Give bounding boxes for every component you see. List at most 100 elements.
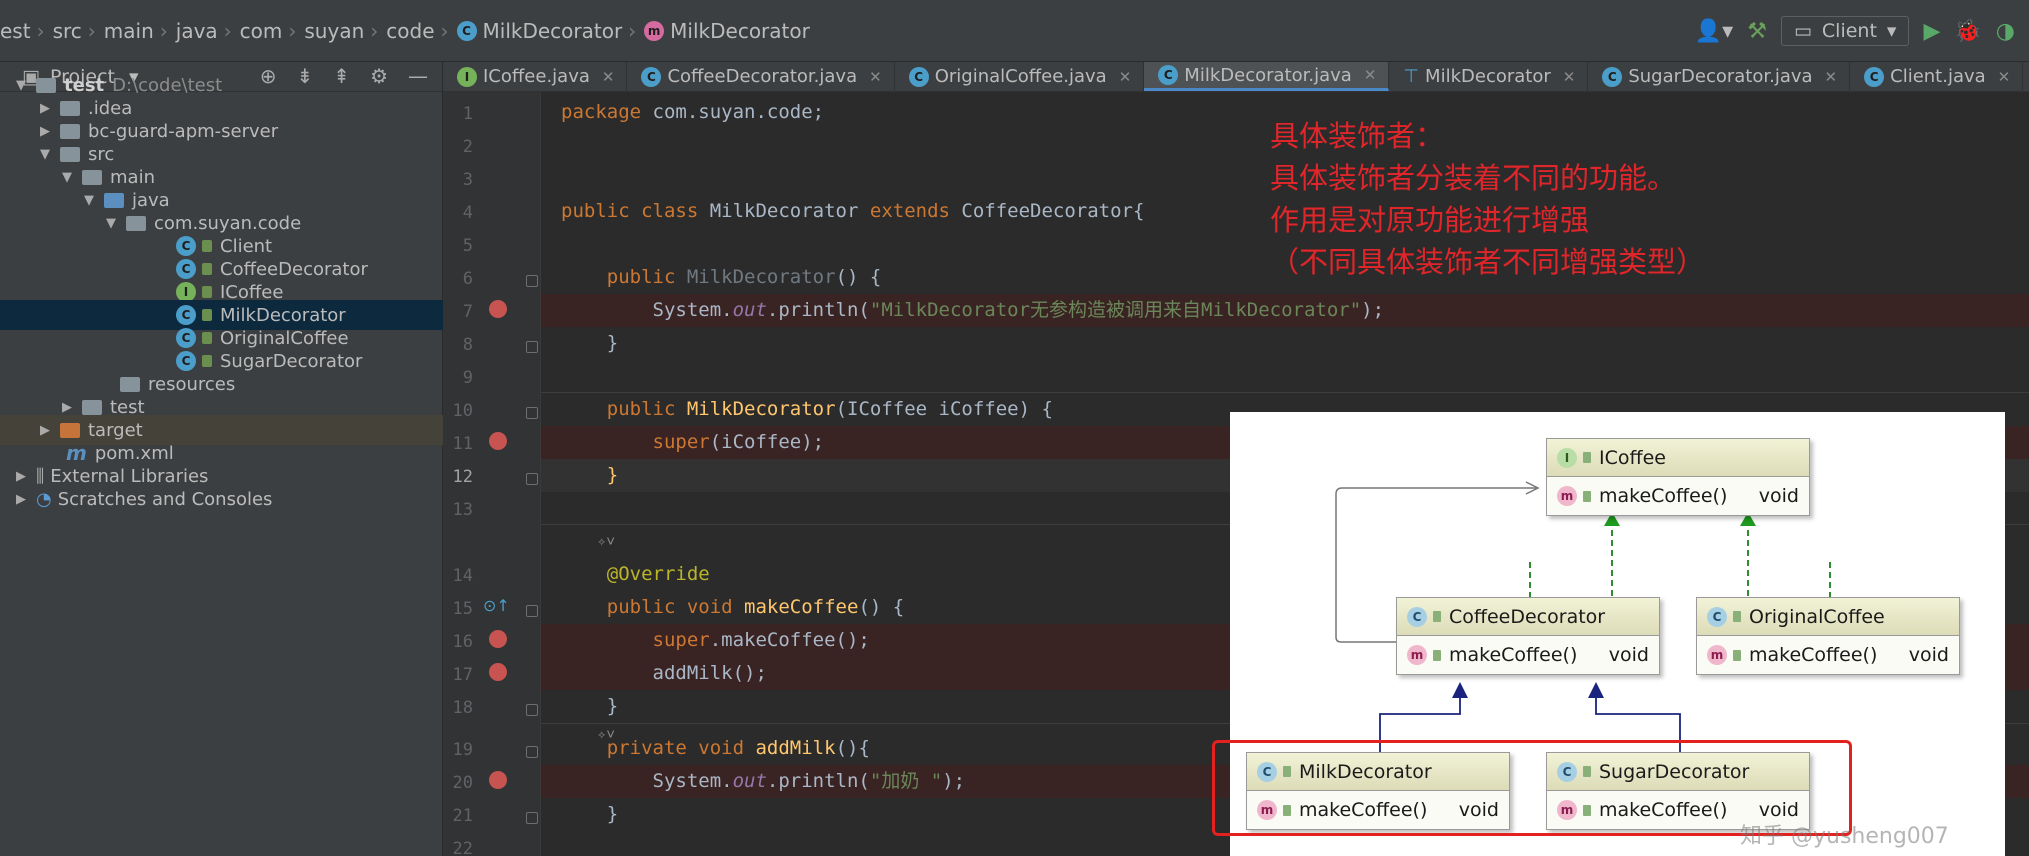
chevron-right-icon[interactable]: ▶ [12, 492, 30, 507]
close-icon[interactable]: ✕ [1119, 68, 1132, 86]
coverage-icon[interactable]: ◑ [1996, 19, 2015, 44]
line-number: 7 [462, 302, 473, 322]
close-icon[interactable]: ✕ [1998, 68, 2011, 86]
chevron-down-icon[interactable]: ▼ [12, 78, 30, 93]
uml-method: makeCoffee() [1449, 644, 1578, 666]
breakpoint-icon[interactable] [489, 630, 507, 648]
lock-icon [202, 263, 212, 275]
chevron-right-icon[interactable]: ▶ [58, 400, 76, 415]
class-icon: C [908, 66, 929, 87]
code-token: () { [858, 596, 905, 618]
debug-icon[interactable]: 🐞 [1954, 19, 1981, 44]
fold-icon[interactable] [526, 473, 538, 485]
chevron-right-icon: › [440, 18, 449, 43]
tab-client[interactable]: C Client.java ✕ [1850, 62, 2024, 91]
fold-icon[interactable] [526, 704, 538, 716]
close-icon[interactable]: ✕ [1825, 68, 1838, 86]
uml-class-name: ICoffee [1599, 446, 1666, 469]
chevron-right-icon: › [288, 18, 297, 43]
tab-coffee-decorator[interactable]: C CoffeeDecorator.java ✕ [627, 62, 895, 91]
override-icon[interactable]: ⊙↑ [483, 596, 510, 615]
code-token: MilkDecorator [675, 266, 836, 288]
tree-item-scratches[interactable]: ▶ ◔ Scratches and Consoles [0, 484, 443, 514]
chevron-down-icon[interactable]: ▼ [58, 170, 76, 185]
code-token: } [606, 695, 619, 717]
fold-icon[interactable] [526, 812, 538, 824]
chevron-down-icon[interactable]: ▼ [102, 216, 120, 231]
method-icon: m [644, 20, 665, 41]
fold-icon[interactable] [526, 341, 538, 353]
breadcrumb-item[interactable]: est › [0, 19, 53, 43]
chevron-right-icon[interactable]: ▶ [36, 101, 54, 116]
code-token: System. [652, 770, 733, 792]
chevron-down-icon[interactable]: ▼ [80, 193, 98, 208]
build-hammer-icon[interactable]: ⚒ [1747, 19, 1767, 44]
class-icon: C [176, 305, 196, 325]
tab-icoffee[interactable]: I ICoffee.java ✕ [443, 62, 628, 91]
uml-class-original-coffee[interactable]: C OriginalCoffee m makeCoffee() void [1696, 597, 1960, 675]
code-token: ); [942, 770, 966, 792]
breakpoint-icon[interactable] [489, 663, 507, 681]
fold-icon[interactable] [526, 746, 538, 758]
breadcrumb-member[interactable]: m MilkDecorator [644, 19, 810, 43]
class-icon: C [1864, 66, 1885, 87]
run-configuration-select[interactable]: ▭ Client ▾ [1780, 16, 1910, 46]
fold-icon[interactable] [526, 407, 538, 419]
breadcrumb-item[interactable]: java › [176, 19, 240, 43]
editor-gutter[interactable]: 1 2 3 4 5 6 7 8 9 10 11 12 13 14 15 16 1… [443, 92, 541, 856]
chevron-down-icon: ▾ [1886, 20, 1897, 42]
code-token: System. [652, 299, 733, 321]
line-number: 19 [452, 740, 473, 760]
chevron-right-icon[interactable]: ▶ [36, 423, 54, 438]
code-token: makeCoffee [732, 596, 859, 618]
breadcrumb-item[interactable]: com › [240, 19, 305, 43]
fold-icon[interactable] [526, 605, 538, 617]
run-config-icon: ▭ [1793, 20, 1812, 42]
user-icon[interactable]: 👤▾ [1695, 19, 1733, 44]
chevron-right-icon[interactable]: ▶ [12, 469, 30, 484]
breadcrumb-item[interactable]: suyan › [304, 19, 386, 43]
uml-class-coffee-decorator[interactable]: C CoffeeDecorator m makeCoffee() void [1396, 597, 1660, 675]
breakpoint-icon[interactable] [489, 432, 507, 450]
folder-icon [60, 123, 80, 139]
close-icon[interactable]: ✕ [1364, 66, 1377, 84]
class-icon: C [456, 20, 477, 41]
code-token: out [732, 299, 767, 321]
breakpoint-icon[interactable] [489, 771, 507, 789]
breadcrumb-item[interactable]: src › [53, 19, 104, 43]
uml-class-name: OriginalCoffee [1749, 605, 1885, 628]
fold-icon[interactable] [526, 275, 538, 287]
code-vision-icon[interactable]: ✧˅ [597, 532, 615, 550]
breadcrumb-label: est [0, 18, 31, 43]
tab-label: OriginalCoffee.java [934, 66, 1107, 87]
close-icon[interactable]: ✕ [1563, 68, 1576, 86]
tab-milk-decorator-diagram[interactable]: ⊤ MilkDecorator ✕ [1389, 62, 1589, 91]
line-number: 18 [452, 698, 473, 718]
close-icon[interactable]: ✕ [602, 68, 615, 86]
tab-label: ICoffee.java [483, 66, 590, 87]
tab-original-coffee[interactable]: C OriginalCoffee.java ✕ [895, 62, 1145, 91]
resources-folder-icon [120, 376, 140, 392]
chevron-right-icon[interactable]: ▶ [36, 124, 54, 139]
run-icon[interactable]: ▶ [1923, 19, 1940, 44]
close-icon[interactable]: ✕ [869, 68, 882, 86]
editor-tabs: I ICoffee.java ✕ C CoffeeDecorator.java ✕ CO… [443, 62, 2029, 92]
uml-class-icoffee[interactable]: I ICoffee m makeCoffee() void [1546, 438, 1810, 516]
tab-label: CoffeeDecorator.java [667, 66, 858, 87]
lock-icon [1733, 611, 1741, 622]
breadcrumb-label: com [239, 18, 283, 43]
breadcrumb-item[interactable]: main › [104, 19, 176, 43]
line-number: 1 [462, 104, 473, 124]
breakpoint-icon[interactable] [489, 300, 507, 318]
tab-milk-decorator[interactable]: C MilkDecorator.java ✕ [1144, 62, 1390, 91]
breadcrumb-label: code [386, 18, 435, 43]
lock-icon [1433, 611, 1441, 622]
breadcrumb-item[interactable]: code › [386, 19, 456, 43]
chevron-right-icon: › [370, 18, 379, 43]
chevron-down-icon[interactable]: ▼ [36, 147, 54, 162]
tab-sugar-decorator[interactable]: C SugarDecorator.java ✕ [1588, 62, 1851, 91]
breadcrumb-file[interactable]: C MilkDecorator › [456, 19, 645, 43]
breadcrumb-label: main [103, 18, 154, 43]
package-icon [126, 215, 146, 231]
uml-return-type: void [1608, 644, 1649, 666]
